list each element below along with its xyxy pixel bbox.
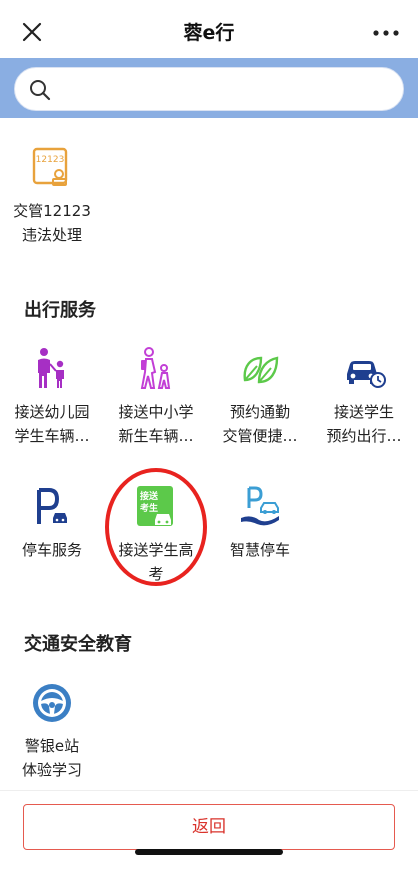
tile-primary-school-shuttle[interactable]: 接送中小学 新生车辆…: [104, 346, 208, 448]
tile-label: 智慧停车: [229, 541, 290, 559]
student-walk-icon: [140, 347, 171, 389]
traffic-12123-icon: 12123: [32, 147, 68, 186]
smart-parking-icon: [241, 486, 279, 526]
search-input[interactable]: [59, 76, 393, 104]
svg-text:接送: 接送: [140, 490, 159, 502]
steering-wheel-icon: [33, 684, 71, 722]
page-title: 蓉e行: [183, 22, 235, 44]
tile-label: 接送学生 预约出行…: [326, 403, 402, 445]
tile-police-bank-station[interactable]: 警银e站 体验学习: [0, 680, 104, 782]
tile-label: 预约通勤 交管便捷…: [222, 403, 298, 445]
section-title-safety: 交通安全教育: [24, 634, 132, 655]
exam-shuttle-icon: 接送 考生: [137, 486, 173, 526]
search-band: [0, 58, 418, 118]
close-icon[interactable]: [20, 20, 44, 44]
tile-label: 停车服务: [21, 541, 82, 559]
tile-exam-shuttle[interactable]: 接送 考生 接送学生高 考: [104, 484, 208, 586]
section-title-travel: 出行服务: [24, 300, 96, 321]
back-button[interactable]: 返回: [23, 804, 395, 850]
tile-label: 接送幼儿园 学生车辆…: [14, 403, 90, 445]
tile-commute-booking[interactable]: 预约通勤 交管便捷…: [208, 346, 312, 448]
more-dots-icon[interactable]: [372, 28, 400, 38]
footer: 返回: [0, 790, 418, 887]
parent-child-walk-icon: [38, 348, 64, 388]
tile-smart-parking[interactable]: 智慧停车: [208, 484, 312, 562]
home-indicator: [135, 849, 283, 855]
tile-kindergarten-shuttle[interactable]: 接送幼儿园 学生车辆…: [0, 346, 104, 448]
nav-bar: 蓉e行: [0, 0, 418, 58]
tile-label: 警银e站 体验学习: [21, 737, 82, 779]
search-icon: [30, 80, 51, 101]
tile-parking-service[interactable]: 停车服务: [0, 484, 104, 562]
tile-label: 交管12123 违法处理: [13, 202, 91, 244]
svg-text:考生: 考生: [140, 502, 158, 514]
parking-icon: [37, 488, 67, 524]
search-box[interactable]: [14, 67, 404, 111]
tile-student-trip-booking[interactable]: 接送学生 预约出行…: [312, 346, 416, 448]
svg-text:12123: 12123: [36, 155, 65, 165]
tile-traffic-12123[interactable]: 12123 交管12123 违法处理: [0, 145, 104, 247]
tile-label: 接送中小学 新生车辆…: [118, 403, 194, 445]
leaf-icon: [243, 356, 279, 384]
tile-label: 接送学生高 考: [118, 541, 194, 583]
car-clock-icon: [347, 361, 386, 388]
